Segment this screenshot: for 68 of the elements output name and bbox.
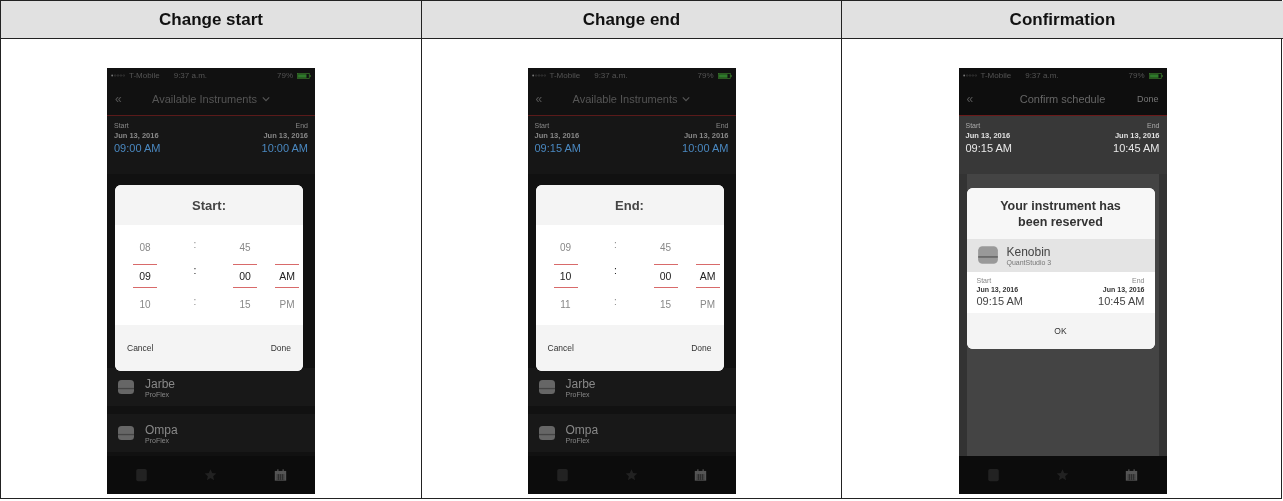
battery-level: 79% bbox=[1128, 71, 1145, 80]
instrument-icon bbox=[537, 379, 556, 395]
dialog-title: End: bbox=[535, 185, 724, 225]
time-separator: : bbox=[613, 239, 618, 252]
instrument-name: Jarbe bbox=[145, 376, 176, 391]
instrument-name: Ompa bbox=[565, 422, 599, 437]
screen-title: Available Instruments bbox=[152, 93, 257, 105]
hour-value[interactable]: 08 bbox=[133, 239, 157, 256]
instrument-icon bbox=[537, 425, 556, 441]
minute-value[interactable]: 45 bbox=[653, 239, 678, 256]
schedule-time: 09:15 AM bbox=[976, 294, 1023, 307]
ok-button[interactable]: OK bbox=[966, 312, 1155, 349]
carrier-name: T-Mobile bbox=[129, 71, 160, 80]
time-separator: : bbox=[613, 264, 618, 278]
back-button[interactable]: « bbox=[966, 92, 974, 106]
calendar-icon bbox=[273, 468, 287, 482]
period-value[interactable]: PM bbox=[275, 296, 299, 313]
schedule-time: 09:15 AM bbox=[534, 142, 581, 154]
instrument-name: Kenobin bbox=[1006, 244, 1052, 259]
done-button[interactable]: Done bbox=[1137, 94, 1159, 104]
period-value[interactable]: AM bbox=[275, 264, 299, 288]
hour-value[interactable]: 09 bbox=[553, 239, 578, 256]
cancel-button[interactable]: Cancel bbox=[127, 343, 154, 353]
schedule-time: 10:45 AM bbox=[1098, 294, 1145, 307]
carrier-name: T-Mobile bbox=[980, 71, 1012, 80]
time-separator: : bbox=[192, 296, 198, 309]
time-separator: : bbox=[192, 264, 198, 278]
minute-value[interactable]: 00 bbox=[653, 264, 678, 288]
chevron-down-icon bbox=[262, 96, 270, 102]
column-heading: Change start bbox=[1, 1, 422, 39]
minute-value[interactable]: 45 bbox=[233, 239, 257, 256]
time-separator: : bbox=[192, 239, 198, 252]
done-button[interactable]: Done bbox=[691, 343, 712, 353]
hour-value[interactable]: 10 bbox=[133, 296, 157, 313]
instrument-icon bbox=[117, 425, 135, 441]
schedule-time: 10:00 AM bbox=[682, 142, 729, 154]
time-separator: : bbox=[613, 296, 618, 309]
hour-value[interactable]: 11 bbox=[553, 296, 578, 313]
minute-value[interactable]: 00 bbox=[233, 264, 257, 288]
instrument-name: Ompa bbox=[145, 422, 178, 437]
period-value[interactable]: AM bbox=[695, 264, 720, 288]
instrument-icon bbox=[976, 245, 999, 265]
column-heading: Change end bbox=[422, 1, 842, 39]
period-value[interactable]: PM bbox=[695, 296, 720, 313]
done-button[interactable]: Done bbox=[270, 343, 291, 353]
screen-title: Confirm schedule bbox=[1019, 93, 1106, 105]
minute-value[interactable]: 15 bbox=[653, 296, 678, 313]
battery-level: 79% bbox=[277, 71, 293, 80]
dialog-title: Start: bbox=[115, 185, 303, 225]
cancel-button[interactable]: Cancel bbox=[547, 343, 574, 353]
chevron-down-icon bbox=[682, 96, 691, 102]
schedule-time: 09:00 AM bbox=[114, 142, 161, 154]
battery-icon bbox=[297, 72, 311, 79]
battery-icon bbox=[1148, 72, 1163, 79]
calendar-icon bbox=[694, 468, 708, 482]
schedule-time: 09:15 AM bbox=[965, 142, 1012, 154]
minute-value[interactable]: 15 bbox=[233, 296, 257, 313]
hour-value[interactable]: 10 bbox=[553, 264, 578, 288]
dialog-title: Your instrument has been reserved bbox=[966, 188, 1155, 239]
schedule-time: 10:00 AM bbox=[261, 142, 308, 154]
screen-title: Available Instruments bbox=[572, 93, 678, 105]
instrument-icon bbox=[117, 379, 135, 395]
calendar-icon bbox=[1125, 468, 1139, 482]
column-heading: Confirmation bbox=[842, 1, 1283, 39]
schedule-time: 10:45 AM bbox=[1113, 142, 1160, 154]
instrument-name: Jarbe bbox=[565, 376, 596, 391]
hour-value[interactable]: 09 bbox=[133, 264, 157, 288]
battery-icon bbox=[717, 72, 732, 79]
